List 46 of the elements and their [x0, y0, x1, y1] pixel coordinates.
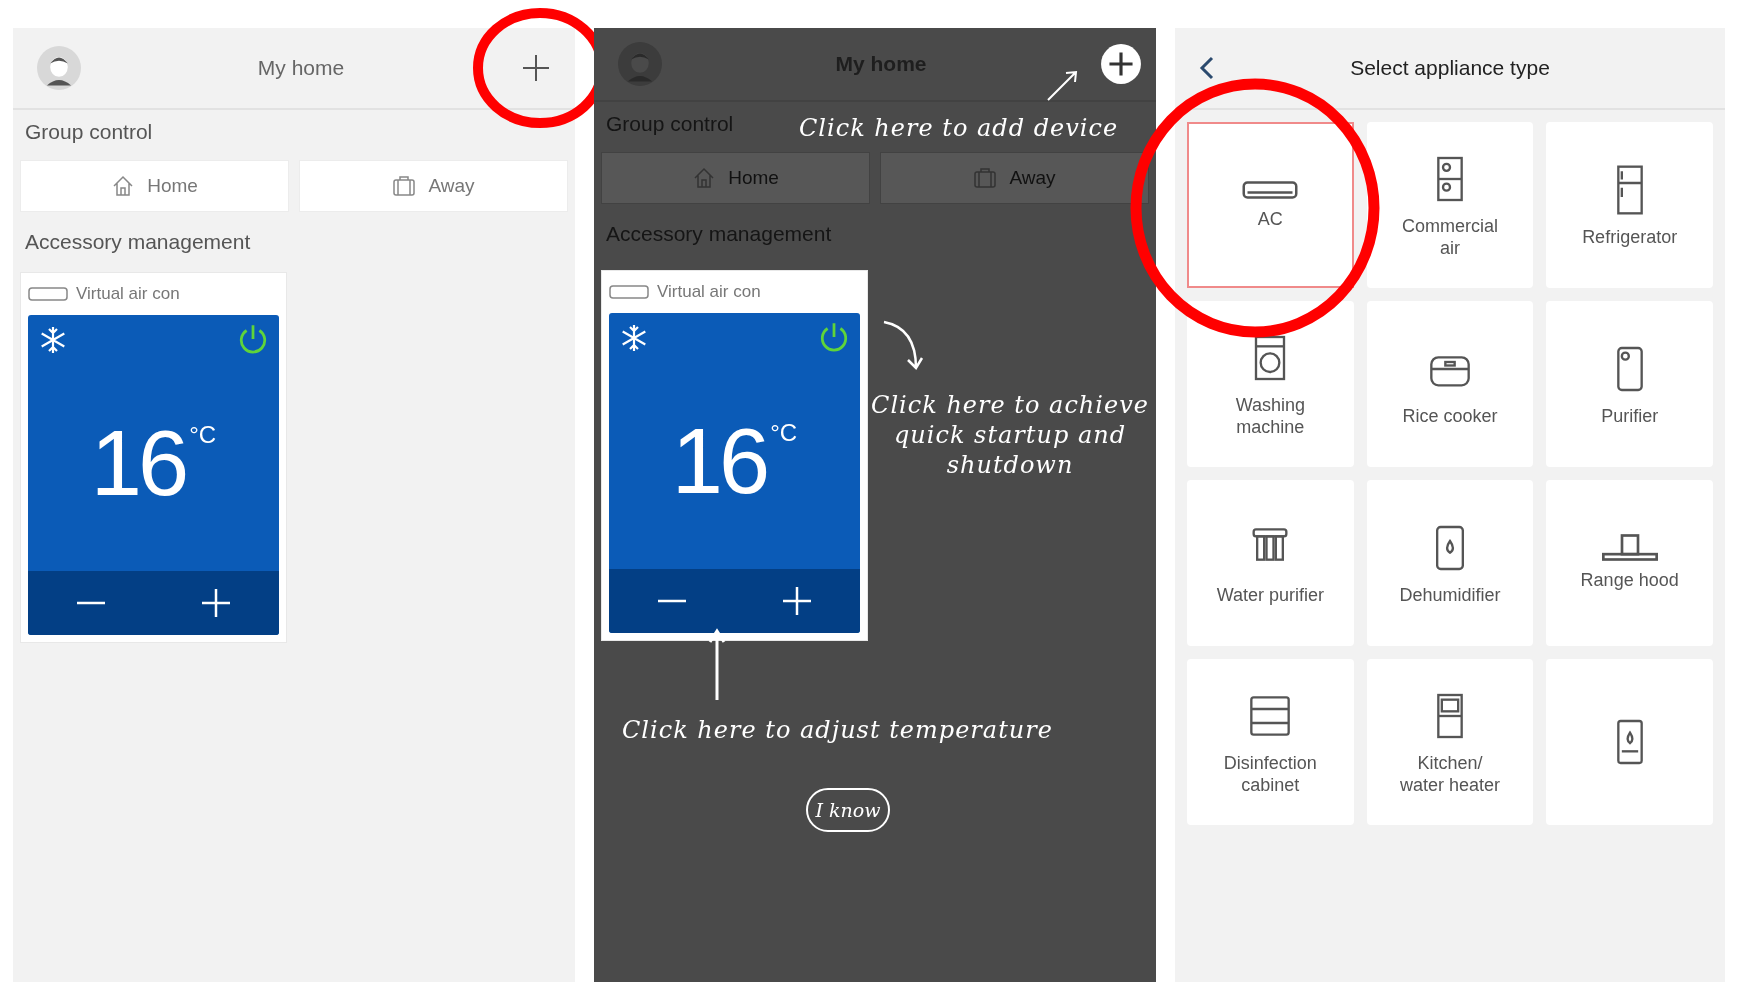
ac-unit-icon	[28, 287, 68, 301]
section-label: Group control	[25, 120, 153, 143]
ac-unit-icon	[1242, 179, 1299, 200]
temperature-value: 16	[90, 417, 186, 509]
add-icon[interactable]	[521, 53, 551, 83]
appliance-tile[interactable]	[1546, 659, 1713, 825]
snowflake-icon	[619, 323, 649, 353]
appliance-tile[interactable]: Rice cooker	[1366, 301, 1534, 467]
section-label: Accessory management	[25, 230, 251, 253]
device-name: Virtual air con	[76, 284, 180, 304]
back-icon[interactable]	[1199, 56, 1215, 80]
plus-icon[interactable]	[201, 588, 232, 618]
suitcase-icon	[392, 174, 417, 198]
appliance-tile[interactable]: Range hood	[1546, 480, 1713, 646]
arrow-icon	[1046, 68, 1080, 102]
hint-text: Click here to add device	[799, 114, 1119, 142]
suitcase-icon	[973, 166, 998, 190]
arrow-icon	[882, 318, 926, 372]
appliance-tile[interactable]: Purifier	[1546, 301, 1713, 467]
hint-text: Click here to adjust temperature	[622, 716, 1053, 744]
hint-text: Click here to achieve quick startup and shutdown	[870, 390, 1150, 480]
group-mode-button[interactable]: Away	[299, 160, 568, 212]
appliance-tile[interactable]: Water purifier	[1187, 480, 1354, 646]
ac-unit-icon	[609, 285, 649, 299]
power-icon[interactable]	[818, 321, 850, 353]
appliance-tile[interactable]: Commercial air	[1366, 122, 1534, 288]
appliance-tile[interactable]: Kitchen/ water heater	[1366, 659, 1534, 825]
snowflake-icon	[38, 325, 68, 355]
appliance-tile[interactable]: Disinfection cabinet	[1187, 659, 1354, 825]
temperature-unit: °C	[189, 421, 217, 449]
power-icon[interactable]	[237, 323, 269, 355]
plus-icon[interactable]	[782, 586, 813, 616]
device-name: Virtual air con	[657, 282, 761, 302]
add-icon[interactable]	[1100, 43, 1142, 85]
appliance-tile[interactable]: Dehumidifier	[1366, 480, 1534, 646]
appliance-tile[interactable]: AC	[1187, 122, 1354, 288]
avatar-icon[interactable]	[37, 46, 81, 90]
group-mode-button[interactable]: Home	[20, 160, 289, 212]
range-hood-icon	[1601, 534, 1658, 562]
appliance-tile[interactable]: Refrigerator	[1546, 122, 1713, 288]
temperature-unit: °C	[770, 419, 798, 447]
temperature-value: 16	[671, 415, 767, 507]
appliance-tile[interactable]: Washing machine	[1187, 301, 1354, 467]
screen-title: My home	[257, 56, 345, 80]
dismiss-button[interactable]: I know	[806, 788, 890, 832]
screen-title: Select appliance type	[1350, 56, 1550, 80]
